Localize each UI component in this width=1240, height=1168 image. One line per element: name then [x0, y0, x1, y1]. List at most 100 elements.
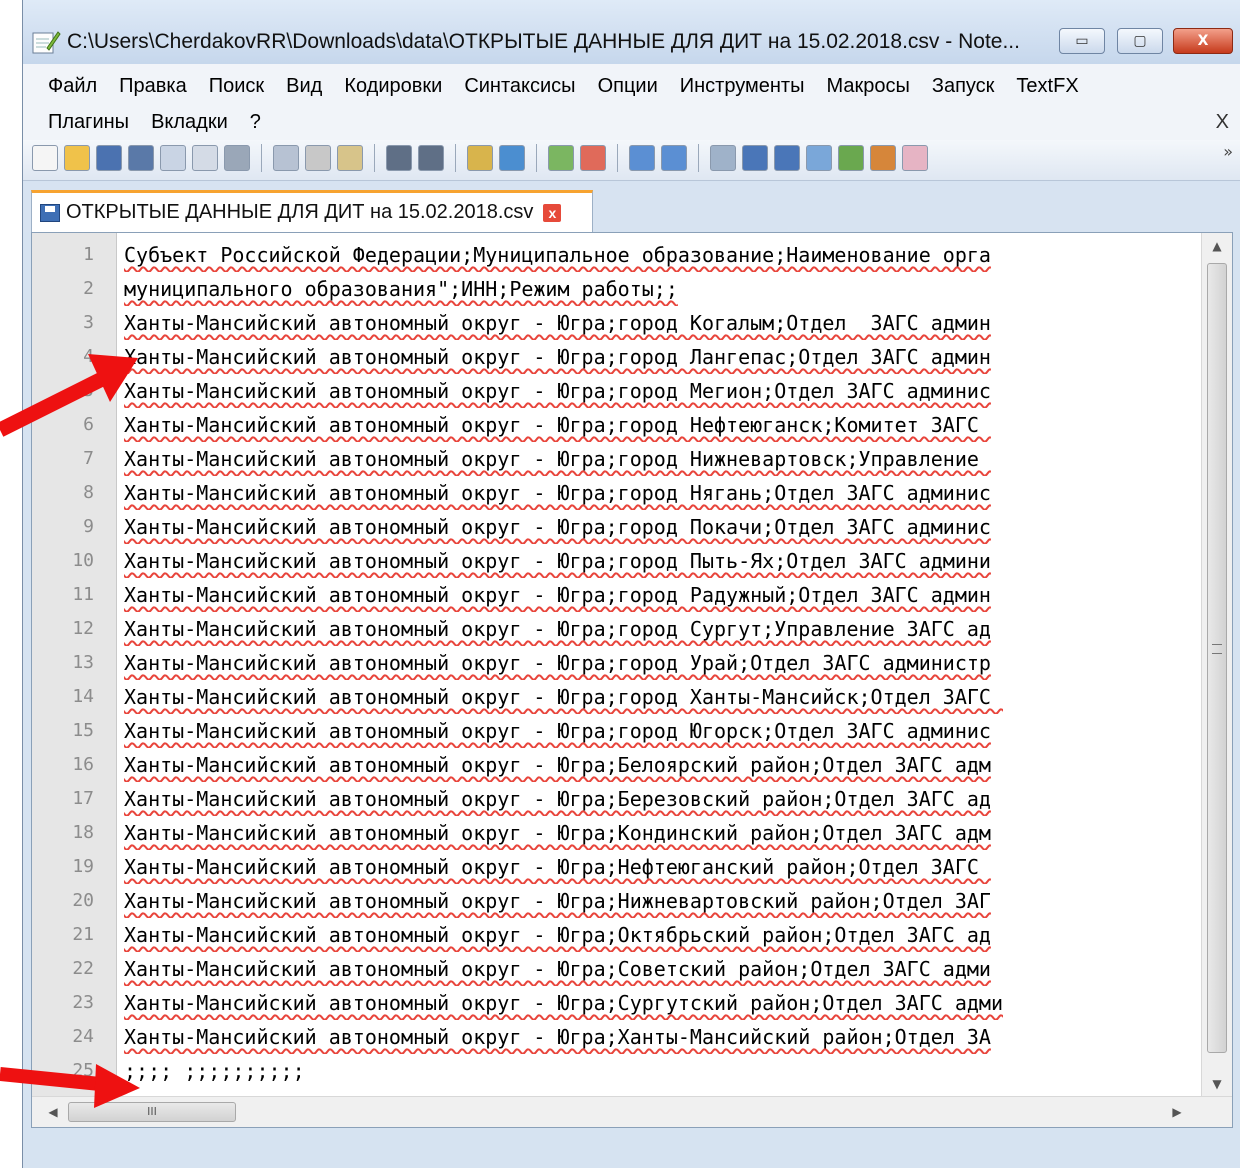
- menu-edit[interactable]: Правка: [108, 68, 198, 104]
- editor-line[interactable]: 4 Ханты-Мансийский автономный округ - Югр…: [32, 340, 1232, 374]
- indent-guide-icon[interactable]: [774, 145, 800, 171]
- copy-icon[interactable]: [305, 145, 331, 171]
- menu-view[interactable]: Вид: [275, 68, 333, 104]
- menu-language[interactable]: Синтаксисы: [453, 68, 586, 104]
- close-all-icon[interactable]: [192, 145, 218, 171]
- line-text: Ханты-Мансийский автономный округ - Югра…: [124, 889, 991, 913]
- vertical-scrollbar[interactable]: ▲ ▼: [1201, 233, 1232, 1097]
- tab-strip: ОТКРЫТЫЕ ДАННЫЕ ДЛЯ ДИТ на 15.02.2018.cs…: [23, 182, 1240, 232]
- menu-tools[interactable]: Инструменты: [669, 68, 816, 104]
- line-text: Ханты-Мансийский автономный округ - Югра…: [124, 923, 991, 947]
- close-icon[interactable]: [160, 145, 186, 171]
- line-number: 10: [72, 550, 94, 571]
- redo-icon[interactable]: [418, 145, 444, 171]
- function-list-icon[interactable]: [870, 145, 896, 171]
- line-text: Ханты-Мансийский автономный округ - Югра…: [124, 549, 991, 573]
- line-number: 8: [83, 482, 94, 503]
- word-wrap-icon[interactable]: [710, 145, 736, 171]
- annotation-arrow-lower-icon: [0, 1064, 140, 1108]
- editor-line[interactable]: 21 Ханты-Мансийский автономный округ - Юг…: [32, 918, 1232, 952]
- folder-icon[interactable]: [902, 145, 928, 171]
- cut-icon[interactable]: [273, 145, 299, 171]
- menu-window[interactable]: Вкладки: [140, 104, 239, 140]
- scroll-up-arrow-icon[interactable]: ▲: [1202, 233, 1232, 259]
- toolbar-separator: [261, 144, 262, 172]
- close-button[interactable]: X: [1173, 28, 1233, 54]
- menu-run[interactable]: Запуск: [921, 68, 1006, 104]
- menu-encoding[interactable]: Кодировки: [333, 68, 453, 104]
- save-icon[interactable]: [96, 145, 122, 171]
- notepad-app-icon: [32, 31, 61, 54]
- undo-icon[interactable]: [386, 145, 412, 171]
- toolbar-separator: [536, 144, 537, 172]
- editor-line[interactable]: 17 Ханты-Мансийский автономный округ - Юг…: [32, 782, 1232, 816]
- editor-line[interactable]: 8 Ханты-Мансийский автономный округ - Югр…: [32, 476, 1232, 510]
- user-lang-icon[interactable]: [806, 145, 832, 171]
- editor-line[interactable]: 18 Ханты-Мансийский автономный округ - Юг…: [32, 816, 1232, 850]
- line-text: Ханты-Мансийский автономный округ - Югра…: [124, 345, 991, 369]
- title-bar[interactable]: C:\Users\CherdakovRR\Downloads\data\ОТКР…: [23, 0, 1240, 64]
- new-file-icon[interactable]: [32, 145, 58, 171]
- tab-csv-file[interactable]: ОТКРЫТЫЕ ДАННЫЕ ДЛЯ ДИТ на 15.02.2018.cs…: [31, 190, 593, 232]
- replace-icon[interactable]: [499, 145, 525, 171]
- paste-icon[interactable]: [337, 145, 363, 171]
- zoom-in-icon[interactable]: [548, 145, 574, 171]
- editor-line[interactable]: 1 Субъект Российской Федерации;Муниципаль…: [32, 238, 1232, 272]
- editor-line[interactable]: 10 Ханты-Мансийский автономный округ - Юг…: [32, 544, 1232, 578]
- editor-line[interactable]: 25;;;; ;;;;;;;;;;: [32, 1054, 1232, 1088]
- line-number: 7: [83, 448, 94, 469]
- editor-line[interactable]: 20 Ханты-Мансийский автономный округ - Юг…: [32, 884, 1232, 918]
- editor-line[interactable]: 3 Ханты-Мансийский автономный округ - Югр…: [32, 306, 1232, 340]
- editor-line[interactable]: 11 Ханты-Мансийский автономный округ - Юг…: [32, 578, 1232, 612]
- scroll-right-arrow-icon[interactable]: ▶: [1162, 1097, 1192, 1127]
- maximize-button[interactable]: ▢: [1117, 28, 1163, 54]
- editor-line[interactable]: 22 Ханты-Мансийский автономный округ - Юг…: [32, 952, 1232, 986]
- minimize-button[interactable]: ▭: [1059, 28, 1105, 54]
- find-icon[interactable]: [467, 145, 493, 171]
- editor-line[interactable]: 13 Ханты-Мансийский автономный округ - Юг…: [32, 646, 1232, 680]
- show-all-chars-icon[interactable]: [742, 145, 768, 171]
- editor-line[interactable]: 19 Ханты-Мансийский автономный округ - Юг…: [32, 850, 1232, 884]
- editor-line[interactable]: 16 Ханты-Мансийский автономный округ - Юг…: [32, 748, 1232, 782]
- sync-horizontal-icon[interactable]: [661, 145, 687, 171]
- editor-line[interactable]: 6 Ханты-Мансийский автономный округ - Югр…: [32, 408, 1232, 442]
- editor-line[interactable]: 2 муниципального образования";ИНН;Режим р…: [32, 272, 1232, 306]
- line-number: 20: [72, 890, 94, 911]
- editor-line[interactable]: 14 Ханты-Мансийский автономный округ - Юг…: [32, 680, 1232, 714]
- editor-line[interactable]: 7 Ханты-Мансийский автономный округ - Югр…: [32, 442, 1232, 476]
- editor-line[interactable]: 12 Ханты-Мансийский автономный округ - Юг…: [32, 612, 1232, 646]
- line-number: 23: [72, 992, 94, 1013]
- print-icon[interactable]: [224, 145, 250, 171]
- menu-macro[interactable]: Макросы: [815, 68, 920, 104]
- scroll-down-arrow-icon[interactable]: ▼: [1202, 1071, 1232, 1097]
- editor-line[interactable]: 15 Ханты-Мансийский автономный округ - Юг…: [32, 714, 1232, 748]
- toolbar-icons: [29, 144, 931, 172]
- editor-line[interactable]: 24 Ханты-Мансийский автономный округ - Юг…: [32, 1020, 1232, 1054]
- open-file-icon[interactable]: [64, 145, 90, 171]
- save-all-icon[interactable]: [128, 145, 154, 171]
- text-editor[interactable]: 1 Субъект Российской Федерации;Муниципаль…: [31, 232, 1233, 1128]
- horizontal-scrollbar[interactable]: ◀ III ▶: [32, 1096, 1232, 1127]
- menu-close-document-button[interactable]: X: [1216, 104, 1229, 140]
- menu-file[interactable]: Файл: [37, 68, 108, 104]
- close-icon: X: [1197, 33, 1209, 49]
- zoom-out-icon[interactable]: [580, 145, 606, 171]
- editor-line[interactable]: 9 Ханты-Мансийский автономный округ - Югр…: [32, 510, 1232, 544]
- menu-row-2: Плагины Вкладки ?: [37, 104, 272, 140]
- menu-help[interactable]: ?: [239, 104, 272, 140]
- menu-settings[interactable]: Опции: [587, 68, 669, 104]
- menu-search[interactable]: Поиск: [198, 68, 275, 104]
- menu-textfx[interactable]: TextFX: [1005, 68, 1089, 104]
- toolbar-overflow-button[interactable]: »: [1223, 142, 1233, 161]
- tab-close-icon[interactable]: x: [543, 203, 562, 222]
- editor-line[interactable]: 23 Ханты-Мансийский автономный округ - Юг…: [32, 986, 1232, 1020]
- line-text: Ханты-Мансийский автономный округ - Югра…: [124, 685, 1003, 709]
- editor-line[interactable]: 5Ханты-Мансийский автономный округ - Югр…: [32, 374, 1232, 408]
- sync-vertical-icon[interactable]: [629, 145, 655, 171]
- line-text: Ханты-Мансийский автономный округ - Югра…: [124, 991, 1003, 1015]
- notepad-window: C:\Users\CherdakovRR\Downloads\data\ОТКР…: [22, 0, 1240, 1168]
- menu-plugins[interactable]: Плагины: [37, 104, 140, 140]
- doc-map-icon[interactable]: [838, 145, 864, 171]
- line-number: 19: [72, 856, 94, 877]
- vertical-scroll-thumb[interactable]: [1207, 263, 1227, 1053]
